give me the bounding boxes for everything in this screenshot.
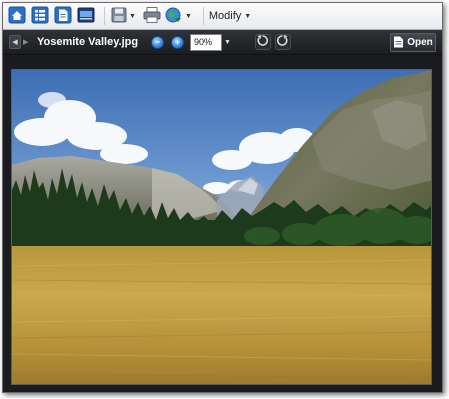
- zoom-out-button[interactable]: −: [151, 35, 164, 49]
- rotate-left-icon: [256, 34, 269, 50]
- zoom-in-button[interactable]: +: [171, 35, 184, 49]
- chevron-down-icon: ▼: [244, 12, 252, 20]
- landscape-photo: [12, 70, 431, 384]
- document-button[interactable]: [53, 6, 73, 26]
- print-icon: [142, 6, 162, 27]
- modify-menu-label: Modify: [208, 10, 242, 22]
- browse-button[interactable]: [30, 6, 50, 26]
- rotate-left-button[interactable]: [254, 34, 271, 50]
- save-icon: [110, 6, 128, 27]
- rotate-right-icon: [276, 34, 289, 50]
- modify-menu[interactable]: Modify ▼: [209, 10, 255, 22]
- home-icon: [8, 6, 26, 27]
- document-icon: [54, 6, 72, 27]
- chevron-down-icon[interactable]: ▼: [129, 13, 136, 20]
- previous-button[interactable]: ◀: [9, 35, 21, 49]
- save-button[interactable]: ▼: [110, 6, 140, 27]
- slideshow-icon: [77, 6, 95, 27]
- slideshow-button[interactable]: [76, 6, 96, 26]
- viewer-navbar: ◀ ▶ Yosemite Valley.jpg − + 90% ▼ Open: [3, 30, 442, 55]
- photo-viewer-window: ▼ ▼ Modify ▼ ◀ ▶ Yosemite Valley.jpg − +…: [2, 2, 443, 393]
- rotate-right-button[interactable]: [274, 34, 291, 50]
- open-button[interactable]: Open: [390, 32, 436, 52]
- globe-share-icon: [164, 6, 184, 27]
- chevron-left-icon: ◀: [12, 39, 18, 46]
- share-button[interactable]: ▼: [164, 6, 196, 27]
- photo-display[interactable]: [11, 69, 432, 385]
- home-button[interactable]: [7, 6, 27, 26]
- image-viewer-area: [3, 55, 442, 392]
- chevron-right-icon: ▶: [23, 39, 29, 46]
- minus-icon: −: [154, 36, 161, 47]
- open-button-label: Open: [407, 36, 433, 48]
- zoom-level-field[interactable]: 90%: [190, 33, 222, 51]
- chevron-down-icon[interactable]: ▼: [185, 13, 192, 20]
- file-name: Yosemite Valley.jpg: [37, 36, 139, 48]
- open-file-icon: [393, 36, 404, 48]
- toolbar-divider: [202, 7, 204, 25]
- next-button[interactable]: ▶: [23, 38, 31, 46]
- print-button[interactable]: [142, 6, 162, 27]
- zoom-dropdown-icon[interactable]: ▼: [224, 39, 231, 46]
- toolbar-divider: [104, 7, 105, 25]
- list-view-icon: [31, 6, 49, 27]
- plus-icon: +: [174, 36, 181, 47]
- main-toolbar: ▼ ▼ Modify ▼: [3, 3, 442, 30]
